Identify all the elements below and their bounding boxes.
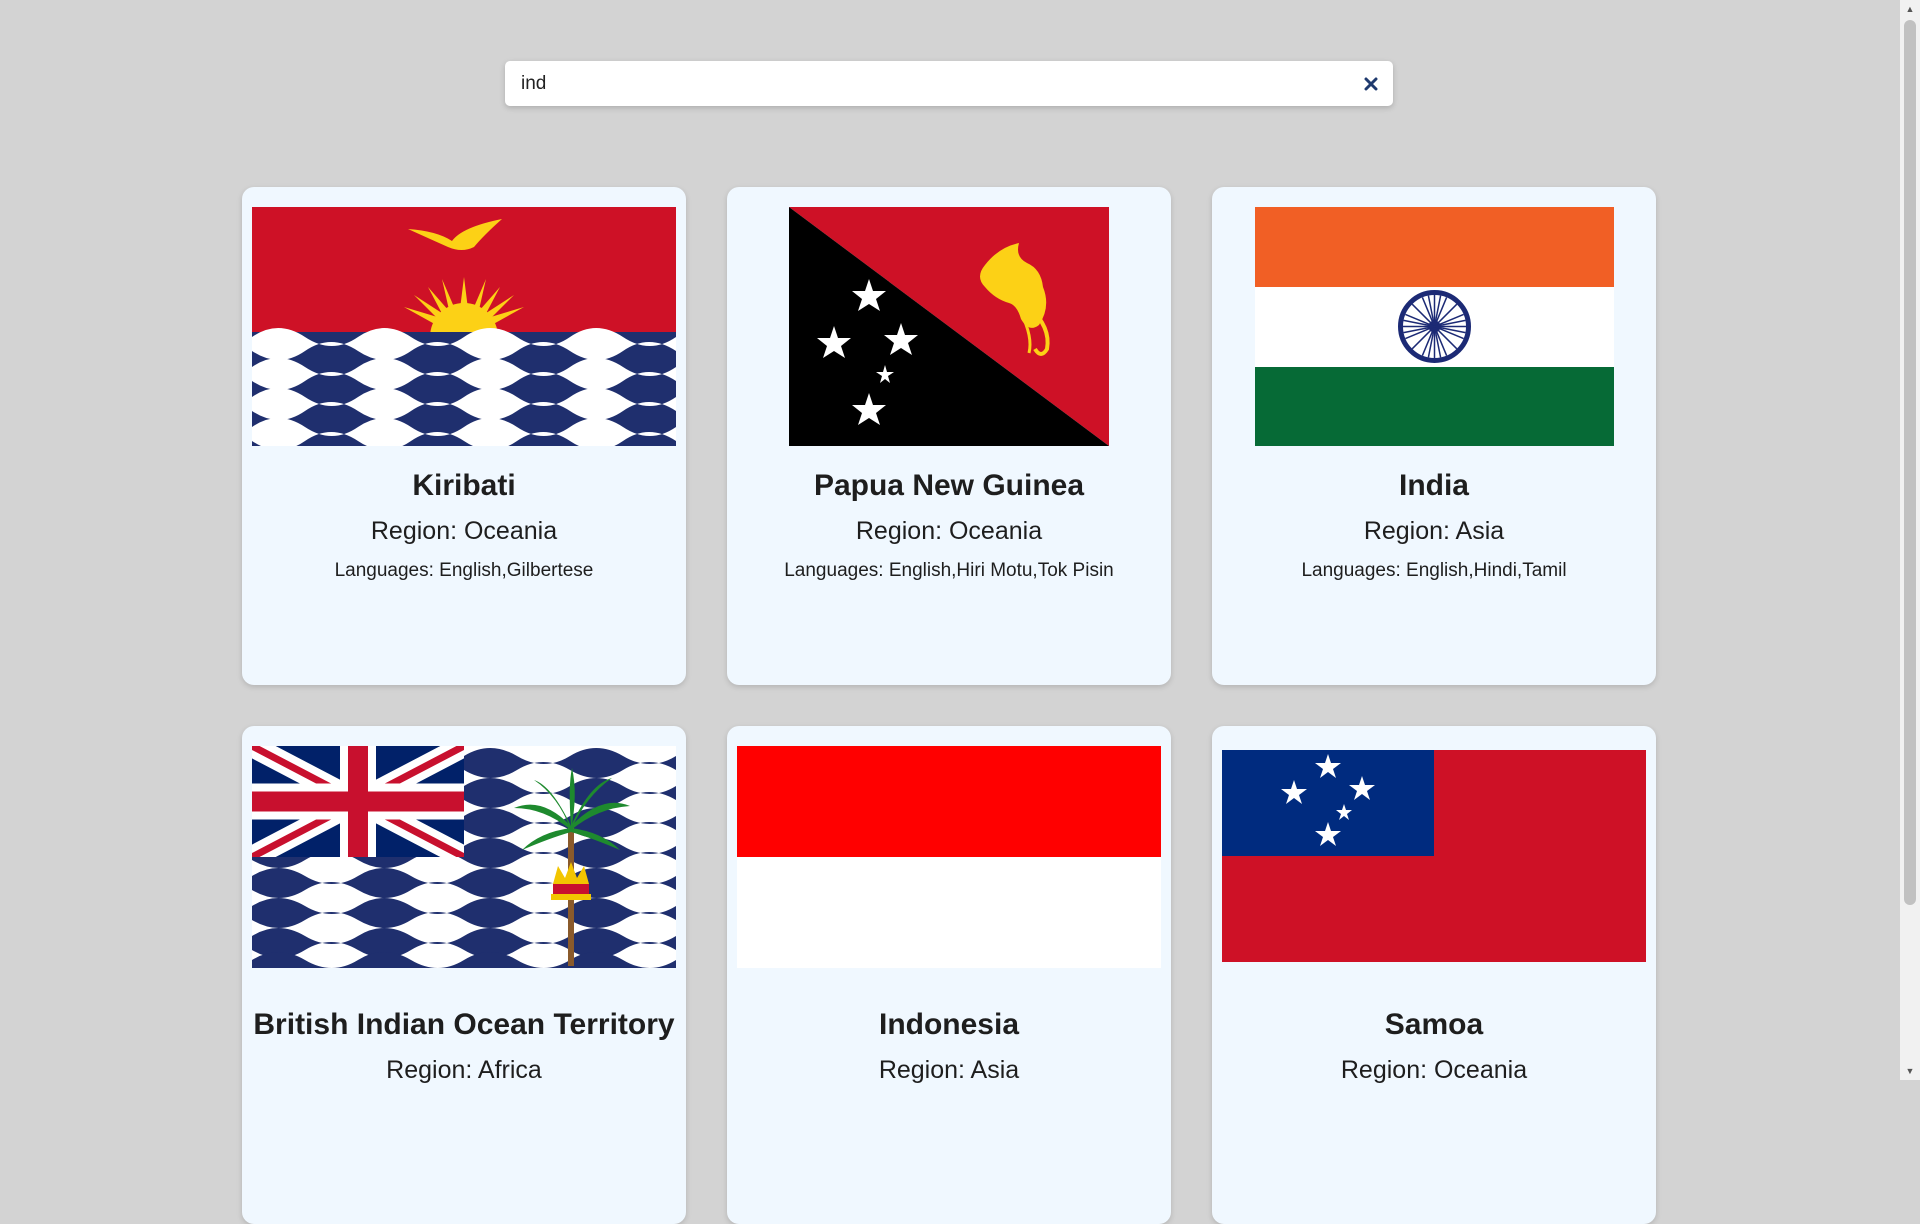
country-languages: Languages: English,Gilbertese [334, 560, 594, 581]
country-region: Region: Oceania [1340, 1056, 1528, 1084]
country-name: Indonesia [878, 1008, 1020, 1041]
flag-image [1222, 207, 1646, 447]
scroll-up-arrow-icon[interactable]: ▲ [1900, 0, 1920, 18]
country-card[interactable]: India Region: Asia Languages: English,Hi… [1212, 187, 1656, 685]
scroll-down-arrow-icon[interactable]: ▼ [1900, 1062, 1920, 1080]
country-name: Samoa [1384, 1008, 1484, 1041]
indonesia-flag [737, 746, 1161, 968]
papua-new-guinea-flag [789, 207, 1109, 446]
country-region: Region: Asia [878, 1056, 1020, 1084]
kiribati-flag [252, 207, 676, 446]
country-languages: Languages: English,Hindi,Tamil [1301, 560, 1567, 581]
country-languages: Languages: English,Hiri Motu,Tok Pisin [784, 560, 1114, 581]
country-region: Region: Asia [1363, 517, 1505, 545]
flag-image [252, 746, 676, 986]
samoa-flag [1222, 750, 1646, 962]
flag-image [252, 207, 676, 447]
country-region: Region: Africa [386, 1056, 542, 1084]
flag-image [737, 746, 1161, 986]
country-card[interactable]: Indonesia Region: Asia [727, 726, 1171, 1224]
country-card[interactable]: Kiribati Region: Oceania Languages: Engl… [242, 187, 686, 685]
country-name: Papua New Guinea [813, 469, 1085, 502]
flag-image [1222, 750, 1646, 990]
country-region: Region: Oceania [370, 517, 558, 545]
close-icon [1364, 77, 1378, 90]
india-flag [1254, 207, 1614, 446]
country-name: British Indian Ocean Territory [253, 1008, 675, 1041]
page-scrollbar[interactable]: ▲ ▼ [1900, 0, 1920, 1080]
flag-image [737, 207, 1161, 447]
search-input[interactable] [505, 61, 1349, 106]
country-name: Kiribati [412, 469, 516, 502]
country-card[interactable]: Papua New Guinea Region: Oceania Languag… [727, 187, 1171, 685]
country-card[interactable]: British Indian Ocean Territory Region: A… [242, 726, 686, 1224]
british-indian-ocean-territory-flag [252, 746, 676, 968]
country-card[interactable]: Samoa Region: Oceania [1212, 726, 1656, 1224]
scrollbar-thumb[interactable] [1904, 20, 1916, 905]
country-name: India [1398, 469, 1469, 502]
clear-search-button[interactable] [1349, 61, 1393, 106]
search-bar [505, 61, 1393, 106]
country-region: Region: Oceania [855, 517, 1043, 545]
